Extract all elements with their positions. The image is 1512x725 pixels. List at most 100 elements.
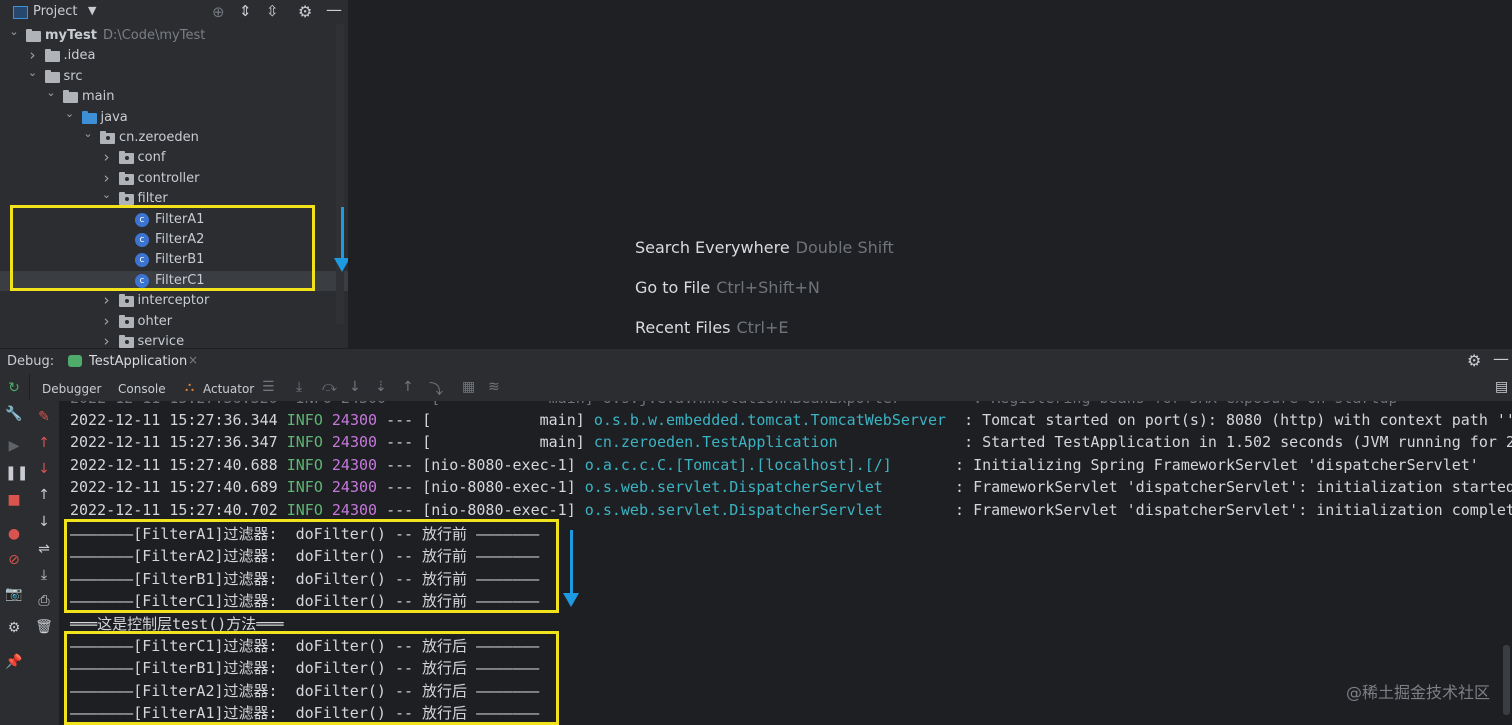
edit-icon[interactable]: ✎: [35, 409, 53, 425]
debug-toolbar: Debugger Console ⛬ Actuator ☰ ⤓ ⤼ ↓ ⇣ ↑ …: [30, 374, 1512, 402]
chevron-down-icon[interactable]: ▼: [88, 4, 96, 17]
run-to-cursor-icon[interactable]: ⤵: [429, 379, 443, 399]
chevron-right-icon[interactable]: ›: [101, 148, 113, 166]
tree-item-interceptor[interactable]: › interceptor: [0, 291, 348, 311]
tree-item-idea[interactable]: › .idea: [0, 46, 348, 66]
rerun-icon[interactable]: ↻: [5, 380, 23, 396]
chevron-right-icon[interactable]: ›: [101, 332, 113, 348]
tree-scrollbar[interactable]: [336, 24, 344, 324]
tree-item-label: .idea: [64, 48, 96, 63]
log-logger: cn.zeroeden.TestApplication: [593, 433, 956, 452]
tab-debugger[interactable]: Debugger: [42, 382, 101, 396]
chevron-right-icon[interactable]: ›: [101, 312, 113, 330]
tree-item-service[interactable]: › service: [0, 332, 348, 348]
tree-item-conf[interactable]: › conf: [0, 148, 348, 168]
tab-actuator[interactable]: Actuator: [203, 382, 254, 396]
run-config-icon: [68, 355, 82, 367]
editor-empty-area: Search Everywhere Double Shift Go to File…: [348, 0, 1512, 348]
log-log-level: INFO: [286, 500, 323, 519]
project-view-icon[interactable]: [13, 6, 28, 19]
layout-icon[interactable]: ☰: [262, 379, 275, 395]
print-icon[interactable]: ⎙: [35, 593, 53, 609]
stop-icon[interactable]: ■: [5, 492, 23, 508]
arrow-head-icon: [563, 593, 579, 607]
log-message: : Started TestApplication in 1.502 secon…: [955, 433, 1512, 452]
scroll-to-end-icon[interactable]: ⤓: [35, 567, 53, 583]
tree-item-label: service: [138, 334, 185, 348]
tree-item-label: ohter: [138, 314, 173, 329]
view-breakpoints-icon[interactable]: ●: [5, 526, 23, 542]
tab-test-application[interactable]: TestApplication ×: [60, 349, 206, 377]
tree-item-cn-zeroeden[interactable]: ⌄ cn.zeroeden: [0, 127, 348, 148]
tree-item-controller[interactable]: › controller: [0, 169, 348, 189]
evaluate-icon[interactable]: ▦: [462, 379, 475, 395]
folder-icon: [44, 69, 60, 83]
watermark: @稀土掘金技术社区: [1345, 683, 1490, 702]
tree-item-path: D:\Code\myTest: [102, 28, 206, 43]
debug-side-toolbar: ↻ 🔧 ▶ ❚❚ ■ ● ⊘ 📷 ⚙ 📌: [0, 374, 30, 725]
project-panel: Project ▼ ⊕ ⇕ ⇳ ⚙ — ⌄ myTest D:\Code\myTes…: [0, 0, 348, 348]
close-icon[interactable]: ×: [188, 353, 198, 367]
chevron-down-icon[interactable]: ⌄: [8, 25, 20, 38]
restore-layout-icon[interactable]: ▤: [1495, 379, 1508, 395]
console-scrollbar[interactable]: [1503, 645, 1510, 715]
log-message: : FrameworkServlet 'dispatcherServlet': …: [946, 478, 1512, 497]
tree-item-main[interactable]: ⌄ main: [0, 86, 348, 107]
chevron-down-icon[interactable]: ⌄: [101, 188, 113, 201]
project-title[interactable]: Project: [33, 4, 77, 19]
hide-icon[interactable]: —: [1493, 349, 1509, 368]
collapse-all-icon[interactable]: ⇳: [266, 2, 279, 20]
wrench-icon[interactable]: 🔧: [5, 406, 23, 422]
up-arrow-icon[interactable]: ↑: [35, 435, 53, 451]
scroll-up-icon[interactable]: ↑: [35, 487, 53, 503]
hint-recent-files[interactable]: Recent Files Ctrl+E: [635, 318, 788, 337]
pin-icon[interactable]: 📌: [5, 654, 23, 670]
tree-item-mytest[interactable]: ⌄ myTest D:\Code\myTest: [0, 25, 348, 46]
trace-icon[interactable]: ≋: [488, 379, 500, 395]
camera-icon[interactable]: 📷: [5, 586, 23, 602]
show-execution-point-icon[interactable]: ⤓: [296, 379, 302, 395]
tree-item-ohter[interactable]: › ohter: [0, 312, 348, 332]
down-arrow-icon[interactable]: ↓: [35, 461, 53, 477]
log-separator: ---: [386, 478, 414, 497]
log-thread: [ main]: [422, 433, 585, 452]
tab-console[interactable]: Console: [118, 382, 166, 396]
chevron-right-icon[interactable]: ›: [101, 291, 113, 309]
tree-item-java[interactable]: ⌄ java: [0, 107, 348, 128]
soft-wrap-icon[interactable]: ⇌: [35, 541, 53, 557]
chevron-right-icon[interactable]: ›: [101, 169, 113, 187]
step-over-icon[interactable]: ⤼: [322, 379, 337, 395]
tree-item-name: filter: [137, 191, 168, 207]
pause-icon[interactable]: ❚❚: [5, 465, 28, 481]
step-into-icon[interactable]: ↓: [349, 379, 361, 395]
gear-icon[interactable]: ⚙: [1467, 351, 1481, 370]
log-separator: ---: [386, 455, 414, 474]
resume-icon[interactable]: ▶: [5, 438, 23, 454]
package-icon: [118, 151, 134, 165]
log-thread: [ main]: [422, 411, 585, 429]
log-log-level: INFO: [286, 478, 323, 497]
mute-breakpoints-icon[interactable]: ⊘: [5, 552, 23, 568]
folder-icon: [81, 110, 97, 124]
force-step-into-icon[interactable]: ⇣: [375, 379, 387, 395]
hint-action: Search Everywhere: [635, 238, 790, 257]
highlight-box-before: [64, 519, 559, 613]
locate-icon[interactable]: ⊕: [212, 3, 225, 21]
tree-item-src[interactable]: ⌄ src: [0, 66, 348, 87]
hide-icon[interactable]: —: [326, 0, 342, 19]
chevron-down-icon[interactable]: ⌄: [82, 127, 94, 140]
chevron-down-icon[interactable]: ⌄: [45, 86, 57, 99]
gear-icon[interactable]: ⚙: [5, 620, 23, 636]
step-out-icon[interactable]: ↑: [402, 379, 414, 395]
chevron-down-icon[interactable]: ⌄: [27, 66, 39, 79]
hint-shortcut: Ctrl+Shift+N: [716, 278, 820, 297]
expand-all-icon[interactable]: ⇕: [239, 2, 252, 20]
trash-icon[interactable]: 🗑: [35, 619, 53, 635]
gear-icon[interactable]: ⚙: [298, 2, 312, 21]
chevron-right-icon[interactable]: ›: [27, 46, 39, 64]
hint-go-to-file[interactable]: Go to File Ctrl+Shift+N: [635, 278, 820, 297]
hint-search-everywhere[interactable]: Search Everywhere Double Shift: [635, 238, 894, 257]
scroll-down-icon[interactable]: ↓: [35, 514, 53, 530]
tree-item-label: java: [101, 110, 128, 125]
chevron-down-icon[interactable]: ⌄: [64, 107, 76, 120]
